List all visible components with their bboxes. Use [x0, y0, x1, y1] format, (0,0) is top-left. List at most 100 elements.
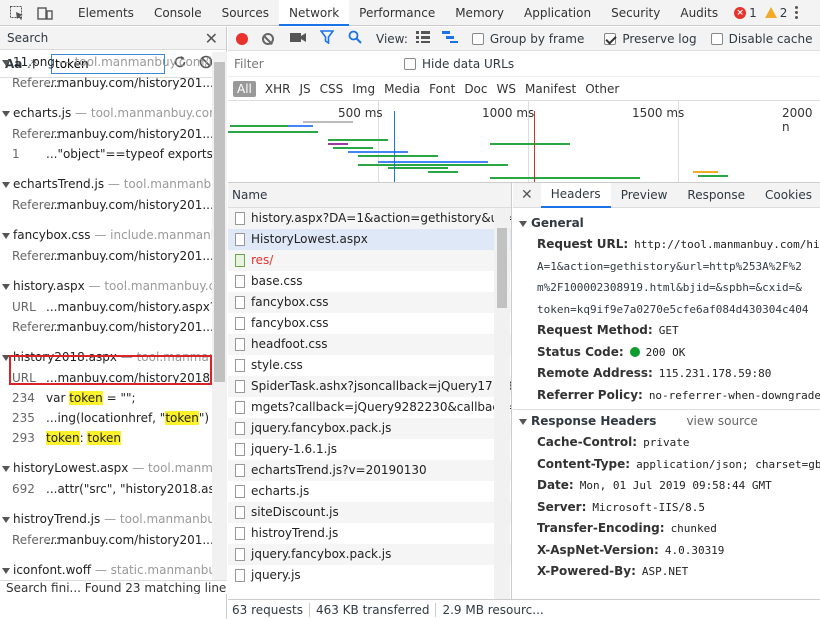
type-media[interactable]: Media	[384, 82, 420, 96]
name-column-header[interactable]: Name	[228, 183, 511, 208]
inspect-element-icon[interactable]	[8, 4, 26, 22]
request-row[interactable]: base.css	[228, 271, 511, 292]
type-other[interactable]: Other	[585, 82, 619, 96]
search-match-line[interactable]: 293 token: token	[0, 428, 212, 448]
search-result-file[interactable]: historyLowest.aspx — tool.manmanbuy.com	[0, 458, 212, 479]
camera-icon[interactable]	[290, 31, 306, 46]
more-options-icon[interactable]	[795, 6, 799, 19]
general-section-header[interactable]: General	[513, 212, 820, 234]
tab-elements[interactable]: Elements	[68, 0, 144, 26]
large-rows-icon[interactable]	[415, 31, 430, 46]
type-doc[interactable]: Doc	[464, 82, 487, 96]
tab-security[interactable]: Security	[601, 0, 670, 26]
expand-triangle-icon	[519, 418, 527, 425]
disable-cache-checkbox[interactable]	[710, 32, 723, 45]
view-source-link[interactable]: view source	[686, 414, 757, 428]
type-font[interactable]: Font	[429, 82, 455, 96]
search-match-line[interactable]: 692 ...attr("src", "history2018.aspx...	[0, 479, 212, 499]
request-method-row: Request Method: GET	[513, 320, 820, 342]
device-toolbar-icon[interactable]	[36, 4, 54, 22]
tab-cookies[interactable]: Cookies	[755, 183, 820, 207]
timeline-bar	[490, 143, 570, 145]
scrollbar-thumb[interactable]	[497, 228, 507, 308]
tab-network[interactable]: Network	[279, 0, 350, 26]
filter-input[interactable]	[234, 56, 404, 71]
scrollbar-thumb[interactable]	[214, 62, 225, 382]
search-result-file[interactable]: iconfont.woff — static.manmanbuy.com	[0, 560, 212, 580]
search-match-line[interactable]: Referer:...manbuy.com/history201...	[0, 124, 212, 144]
group-by-frame-checkbox[interactable]	[471, 32, 484, 45]
timeline-tick-label: 2000 n	[782, 106, 813, 134]
document-file-icon	[235, 485, 245, 498]
request-row[interactable]: fancybox.css	[228, 292, 511, 313]
search-match-line[interactable]: Referer:...manbuy.com/history201...	[0, 195, 212, 215]
search-result-file[interactable]: echarts.js — tool.manmanbuy.com/his	[0, 103, 212, 124]
request-row[interactable]: histroyTrend.js	[228, 523, 511, 544]
type-css[interactable]: CSS	[320, 82, 344, 96]
tab-console[interactable]: Console	[144, 0, 212, 26]
search-match-line[interactable]: Referer:...manbuy.com/history201...	[0, 246, 212, 266]
request-row[interactable]: echartsTrend.js?v=20190130	[228, 460, 511, 481]
tab-headers[interactable]: Headers	[540, 183, 611, 208]
search-match-line[interactable]: 1 ..."object"==typeof exports&&"	[0, 144, 212, 164]
tab-audits[interactable]: Audits	[670, 0, 728, 26]
request-row[interactable]: siteDiscount.js	[228, 502, 511, 523]
record-button[interactable]	[236, 32, 248, 45]
request-row[interactable]: SpiderTask.ashx?jsoncallback=jQuery17106…	[228, 376, 511, 397]
waterfall-icon[interactable]	[441, 31, 458, 46]
clear-button[interactable]	[262, 32, 274, 45]
request-row[interactable]: headfoot.css	[228, 334, 511, 355]
request-row[interactable]: fancybox.css	[228, 313, 511, 334]
tab-sources[interactable]: Sources	[212, 0, 279, 26]
tab-memory[interactable]: Memory	[445, 0, 514, 26]
request-list-scrollbar[interactable]	[494, 208, 510, 603]
request-row[interactable]: echarts.js	[228, 481, 511, 502]
request-row[interactable]: jquery.fancybox.pack.js	[228, 544, 511, 565]
type-img[interactable]: Img	[352, 82, 375, 96]
tab-response[interactable]: Response	[677, 183, 755, 207]
request-row[interactable]: history.aspx?DA=1&action=gethistory&url=…	[228, 208, 511, 229]
hide-data-urls-checkbox[interactable]	[404, 57, 416, 70]
tab-application[interactable]: Application	[514, 0, 601, 26]
request-row[interactable]: style.css	[228, 355, 511, 376]
filter-icon[interactable]	[319, 30, 335, 47]
annotation-highlight-box	[9, 355, 212, 385]
match-text: ...manbuy.com/history201...	[46, 249, 212, 263]
search-match-line[interactable]: 234 var token = "";	[0, 388, 212, 408]
close-details-icon[interactable]: ✕	[513, 187, 541, 203]
preserve-log-checkbox[interactable]	[604, 32, 617, 45]
tab-preview[interactable]: Preview	[611, 183, 678, 207]
search-match-line[interactable]: Referer:...manbuy.com/history201...	[0, 73, 212, 93]
request-row[interactable]: mgets?callback=jQuery9282230&callback=jQ	[228, 397, 511, 418]
search-match-line[interactable]: Referer:...manbuy.com/history201...	[0, 530, 212, 550]
document-file-icon	[235, 464, 245, 477]
type-manifest[interactable]: Manifest	[525, 82, 576, 96]
status-code-value: 200 OK	[645, 345, 686, 359]
request-row[interactable]: jquery-1.6.1.js	[228, 439, 511, 460]
type-js[interactable]: JS	[299, 82, 310, 96]
search-icon[interactable]	[348, 30, 362, 47]
request-row[interactable]: HistoryLowest.aspx	[228, 229, 511, 250]
type-ws[interactable]: WS	[497, 82, 516, 96]
search-result-file[interactable]: history.aspx — tool.manmanbuy.com/h	[0, 276, 212, 297]
request-row[interactable]: jquery.js	[228, 565, 511, 586]
referrer-policy-value: no-referrer-when-downgrade	[648, 388, 820, 402]
tab-performance[interactable]: Performance	[349, 0, 445, 26]
request-row[interactable]: jquery.fancybox.pack.js	[228, 418, 511, 439]
search-result-file[interactable]: echartsTrend.js — tool.manmanbuy.com/h	[0, 174, 212, 195]
type-all[interactable]: All	[233, 80, 256, 97]
response-headers-section-header[interactable]: Response Headers view source	[513, 410, 820, 432]
search-result-file[interactable]: 11.png — tool.manmanbuy.com/i...	[0, 52, 212, 73]
network-overview-timeline[interactable]: 500 ms 1000 ms 1500 ms 2000 n	[228, 101, 820, 183]
issue-counters[interactable]: × 1 2	[734, 6, 787, 20]
request-row[interactable]: res/	[228, 250, 511, 271]
search-match-line[interactable]: URL ...manbuy.com/history.aspx?D...	[0, 297, 212, 317]
document-file-icon	[235, 506, 245, 519]
search-match-line[interactable]: 235 ...ing(locationhref, "token") != ...	[0, 408, 212, 428]
search-results-scrollbar[interactable]	[212, 52, 227, 580]
search-result-file[interactable]: fancybox.css — include.manmanbuy.com	[0, 225, 212, 246]
close-icon[interactable]: ✕	[205, 29, 218, 48]
search-result-file[interactable]: histroyTrend.js — tool.manmanbuy.com/h	[0, 509, 212, 530]
search-match-line[interactable]: Referer:...manbuy.com/history201...	[0, 317, 212, 337]
type-xhr[interactable]: XHR	[265, 82, 291, 96]
